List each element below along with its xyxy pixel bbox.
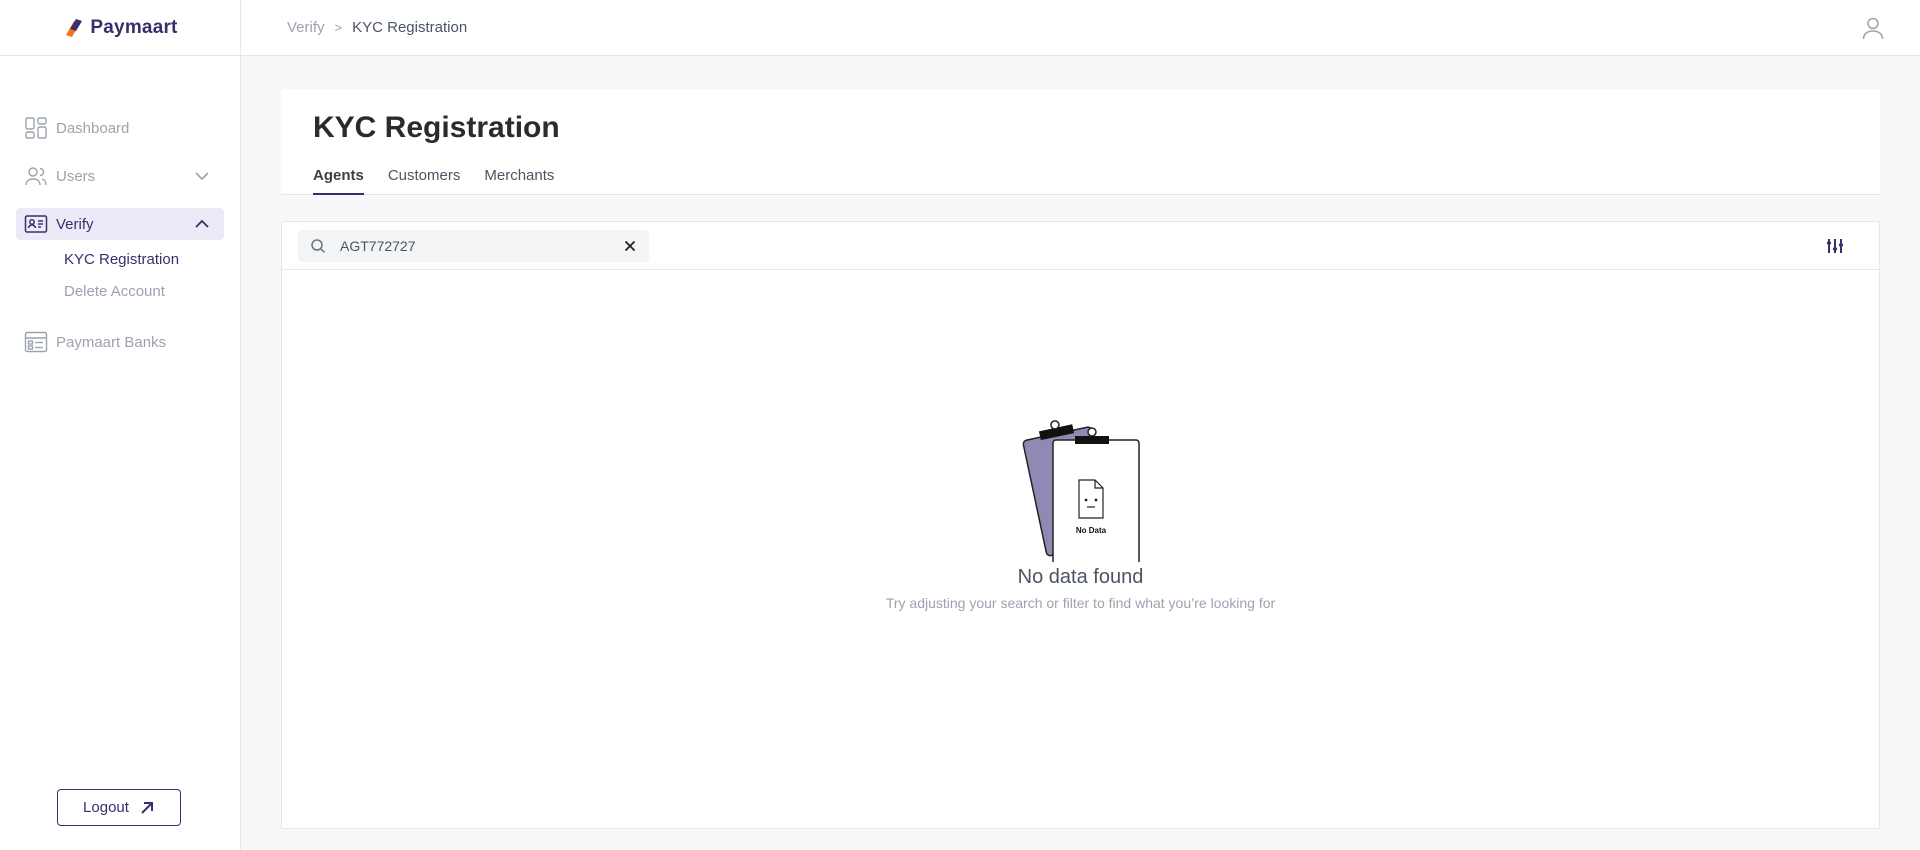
page-header: KYC Registration Agents Customers Mercha… bbox=[281, 89, 1880, 195]
breadcrumb: Verify > KYC Registration bbox=[287, 19, 467, 36]
table-toolbar bbox=[282, 222, 1879, 270]
chevron-down-icon[interactable] bbox=[194, 168, 210, 184]
arrow-up-right-icon bbox=[141, 801, 153, 814]
tab-merchants[interactable]: Merchants bbox=[484, 161, 554, 195]
submenu-item-kyc-registration[interactable]: KYC Registration bbox=[16, 244, 224, 276]
users-icon bbox=[25, 167, 47, 186]
empty-state: No Data No data found Try adjusting your… bbox=[282, 412, 1879, 611]
results-panel: No Data No data found Try adjusting your… bbox=[281, 221, 1880, 829]
app-name: Paymaart bbox=[90, 16, 178, 38]
breadcrumb-separator: > bbox=[334, 20, 343, 35]
clear-search-icon[interactable] bbox=[621, 237, 639, 255]
chevron-up-icon[interactable] bbox=[194, 216, 210, 232]
id-card-icon bbox=[24, 215, 48, 233]
app-logo[interactable]: Paymaart bbox=[0, 0, 240, 56]
dashboard-icon bbox=[25, 117, 47, 139]
user-profile-icon[interactable] bbox=[1860, 15, 1886, 41]
tab-customers[interactable]: Customers bbox=[388, 161, 461, 195]
submenu-item-delete-account[interactable]: Delete Account bbox=[16, 276, 224, 308]
sidebar-item-paymaart-banks[interactable]: Paymaart Banks bbox=[16, 326, 224, 358]
page-title: KYC Registration bbox=[313, 111, 560, 144]
sidebar-nav: Dashboard Users Verify KYC Registration … bbox=[16, 112, 224, 374]
clipboard-illustration: No Data bbox=[1022, 420, 1140, 562]
logout-button[interactable]: Logout bbox=[57, 789, 181, 826]
sidebar: Paymaart Dashboard Users Verify KYC Regi… bbox=[0, 0, 241, 850]
top-bar: Verify > KYC Registration bbox=[241, 0, 1920, 56]
logout-label: Logout bbox=[83, 799, 129, 816]
search-box bbox=[298, 230, 649, 262]
tab-bar: Agents Customers Merchants bbox=[313, 161, 554, 195]
sidebar-item-label: Dashboard bbox=[56, 119, 130, 137]
empty-state-title: No data found bbox=[1017, 566, 1144, 588]
breadcrumb-root[interactable]: Verify bbox=[287, 19, 325, 36]
sidebar-item-dashboard[interactable]: Dashboard bbox=[16, 112, 224, 144]
sidebar-item-users[interactable]: Users bbox=[16, 160, 224, 192]
empty-state-subtitle: Try adjusting your search or filter to f… bbox=[885, 595, 1276, 611]
filter-sliders-icon[interactable] bbox=[1825, 236, 1845, 256]
sidebar-item-verify[interactable]: Verify bbox=[16, 208, 224, 240]
tab-agents[interactable]: Agents bbox=[313, 161, 364, 195]
verify-submenu: KYC Registration Delete Account bbox=[16, 244, 224, 308]
sidebar-item-label: Verify bbox=[56, 215, 94, 233]
breadcrumb-current: KYC Registration bbox=[352, 19, 468, 36]
sidebar-item-label: Users bbox=[56, 167, 96, 185]
bank-list-icon bbox=[24, 331, 48, 353]
search-icon bbox=[311, 239, 326, 254]
search-input[interactable] bbox=[340, 238, 610, 254]
illustration-label: No Data bbox=[1075, 526, 1106, 535]
sidebar-item-label: Paymaart Banks bbox=[56, 333, 167, 351]
paymaart-logo-icon bbox=[66, 18, 83, 37]
